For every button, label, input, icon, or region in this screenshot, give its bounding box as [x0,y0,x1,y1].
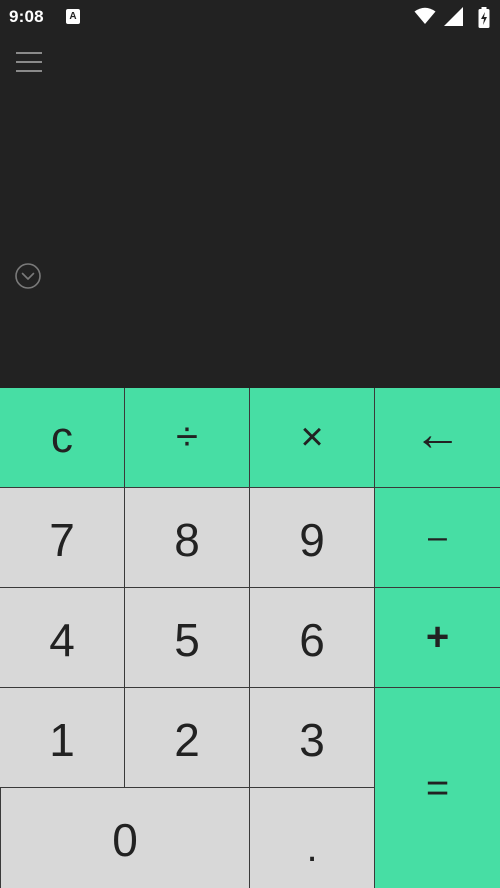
digit-8-button[interactable]: 8 [125,488,250,588]
digit-7-button[interactable]: 7 [0,488,125,588]
digit-3-button[interactable]: 3 [250,688,375,788]
digit-9-button[interactable]: 9 [250,488,375,588]
digit-0-button[interactable]: 0 [0,788,250,888]
plus-button-label: + [425,615,450,659]
digit-2-label: 2 [174,713,200,766]
battery-charging-icon [478,7,490,28]
status-time: 9:08 [9,7,44,26]
digit-1-label: 1 [49,713,75,766]
digit-6-button[interactable]: 6 [250,588,375,688]
chevron-down-circle-icon[interactable] [14,262,42,290]
digit-5-label: 5 [174,613,200,666]
decimal-button[interactable]: . [250,788,375,888]
signal-icon [444,7,463,26]
calculator-display [0,34,500,388]
equals-button-label: = [425,765,450,810]
equals-button[interactable]: = [375,688,500,888]
digit-2-button[interactable]: 2 [125,688,250,788]
hamburger-menu-icon[interactable] [12,48,44,76]
digit-4-label: 4 [49,613,75,666]
multiply-button[interactable]: × [250,388,375,488]
wifi-icon [414,7,436,24]
status-bar: 9:08 A [0,0,500,34]
digit-0-label: 0 [112,814,138,866]
digit-5-button[interactable]: 5 [125,588,250,688]
clear-button[interactable]: c [0,388,125,488]
multiply-button-label: × [300,415,324,459]
clear-button-label: c [51,412,73,462]
digit-6-label: 6 [299,613,325,666]
backspace-button[interactable]: ← [375,388,500,488]
digit-9-label: 9 [299,513,325,566]
keypad: c ÷ × ← 7 8 9 – 4 5 6 + 1 2 3 = 0 . [0,388,500,888]
divide-button[interactable]: ÷ [125,388,250,488]
backspace-icon: ← [413,408,462,461]
digit-8-label: 8 [174,513,200,566]
app-notification-icon: A [66,9,80,24]
digit-1-button[interactable]: 1 [0,688,125,788]
minus-button[interactable]: – [375,488,500,588]
plus-button[interactable]: + [375,588,500,688]
decimal-button-label: . [306,825,318,870]
digit-4-button[interactable]: 4 [0,588,125,688]
digit-7-label: 7 [49,513,75,566]
divide-button-label: ÷ [176,415,198,459]
digit-3-label: 3 [299,713,325,766]
minus-button-label: – [428,518,447,556]
